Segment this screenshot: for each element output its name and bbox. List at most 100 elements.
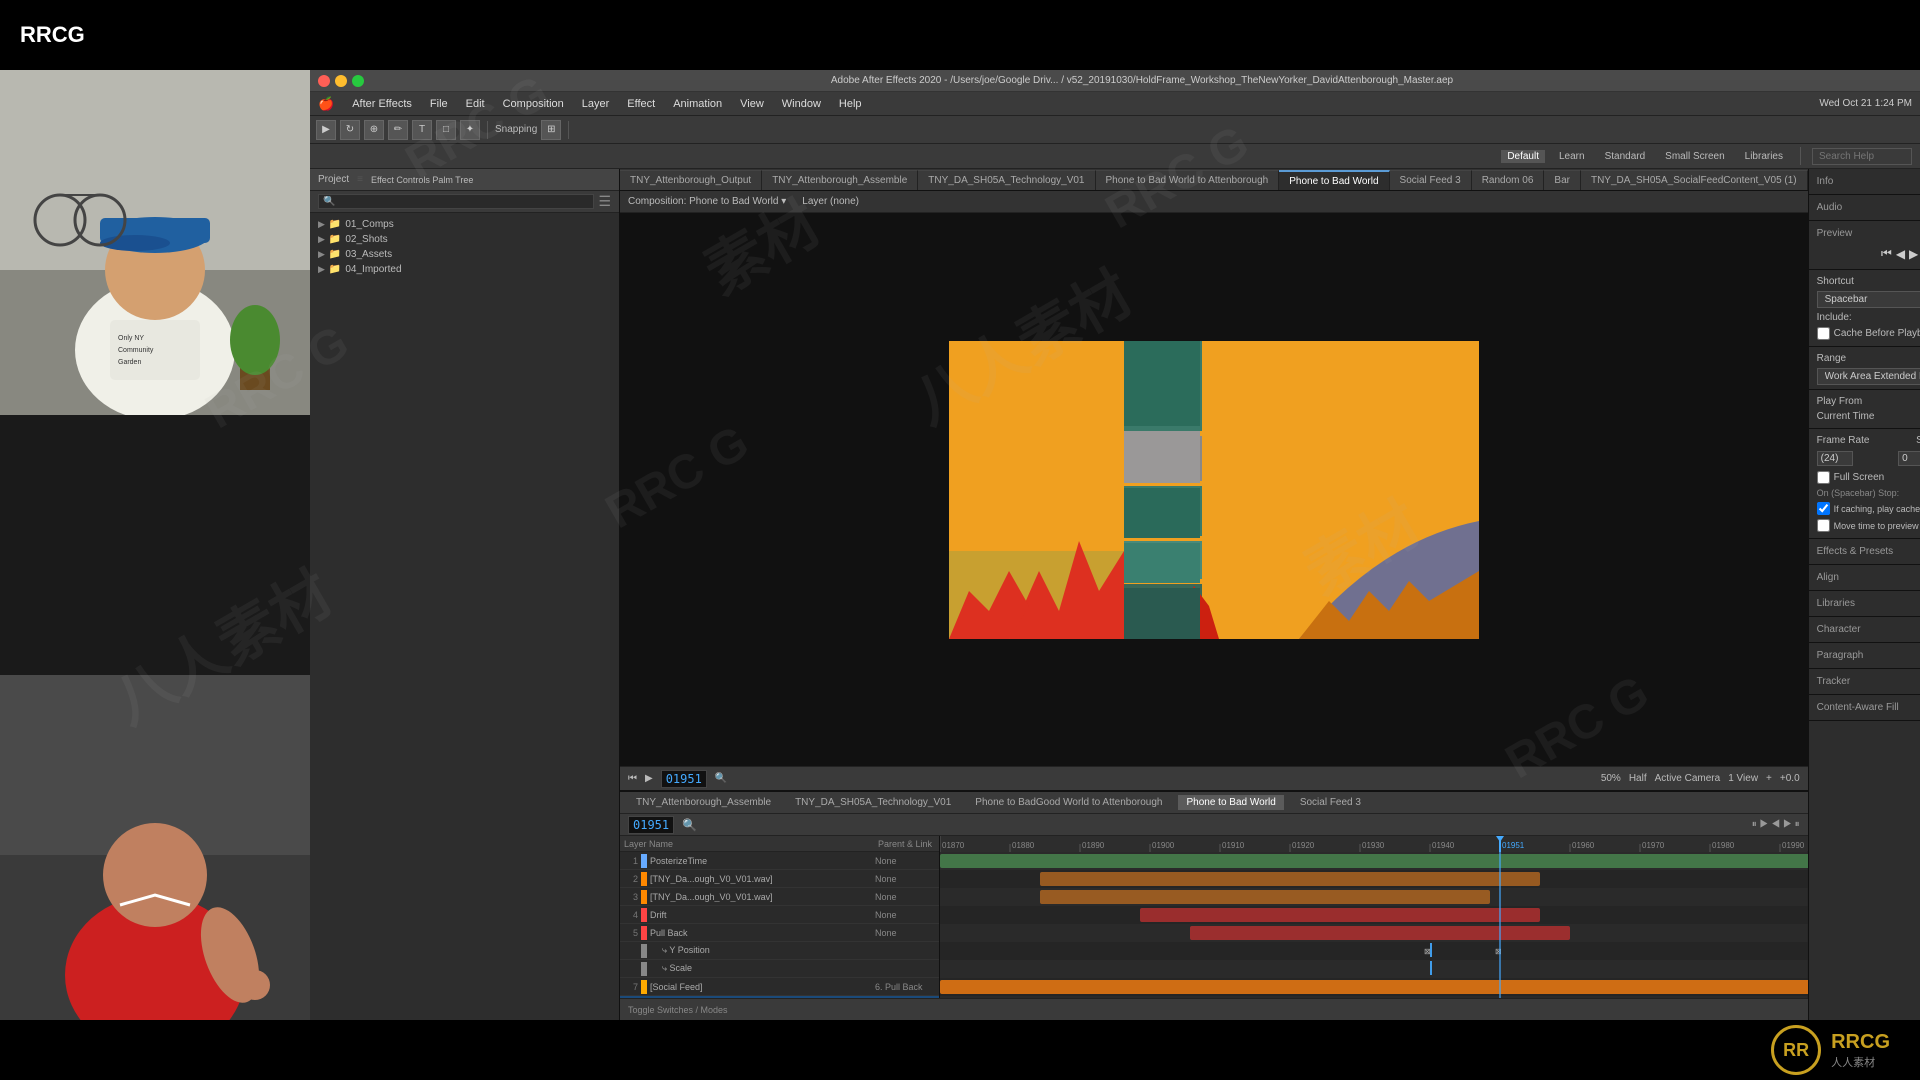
- first-frame-btn[interactable]: ⏮: [1881, 246, 1892, 261]
- tool-pen[interactable]: ✏: [388, 120, 408, 140]
- layer-row-1[interactable]: 1 PosterizeTime None: [620, 852, 939, 870]
- folder-label: 04_Imported: [345, 264, 401, 275]
- layer-row-scale[interactable]: ⤷ Scale: [620, 960, 939, 978]
- zoom-display[interactable]: 50%: [1601, 773, 1621, 784]
- tab-phone-to-bad-world[interactable]: Phone to Bad World: [1279, 170, 1389, 190]
- layer-row-5[interactable]: 5 Pull Back None: [620, 924, 939, 942]
- workspace-libraries[interactable]: Libraries: [1739, 150, 1789, 163]
- menu-view[interactable]: View: [732, 96, 772, 112]
- menu-file[interactable]: File: [422, 96, 456, 112]
- play-icon[interactable]: ▶: [645, 773, 653, 784]
- apple-menu[interactable]: 🍎: [318, 96, 334, 112]
- layer-num: 2: [624, 874, 638, 884]
- tool-shape[interactable]: □: [436, 120, 456, 140]
- workspace-standard[interactable]: Standard: [1599, 150, 1652, 163]
- tool-text[interactable]: T: [412, 120, 432, 140]
- panel-separator: ≡: [357, 174, 363, 185]
- svg-text:01960: 01960: [1572, 841, 1595, 850]
- menu-composition[interactable]: Composition: [495, 96, 572, 112]
- layer-row-2[interactable]: 2 [TNY_Da...ough_V0_V01.wav] None: [620, 870, 939, 888]
- paragraph-title[interactable]: Paragraph: [1817, 647, 1920, 664]
- plus-icon: +: [1766, 773, 1772, 784]
- cache-before-playback-checkbox[interactable]: [1817, 327, 1830, 340]
- menu-aftereffects[interactable]: After Effects: [344, 96, 420, 112]
- quality-display[interactable]: Half: [1629, 773, 1647, 784]
- minimize-button[interactable]: [335, 75, 347, 87]
- menu-window[interactable]: Window: [774, 96, 829, 112]
- effect-controls-label[interactable]: Effect Controls Palm Tree: [371, 175, 473, 185]
- tree-item-02shots[interactable]: ▶ 📁 02_Shots: [310, 232, 619, 247]
- tree-item-04imported[interactable]: ▶ 📁 04_Imported: [310, 262, 619, 277]
- menu-edit[interactable]: Edit: [458, 96, 493, 112]
- layer-row-3[interactable]: 3 [TNY_Da...ough_V0_V01.wav] None: [620, 888, 939, 906]
- layer-row-4[interactable]: 4 Drift None: [620, 906, 939, 924]
- tab-bar[interactable]: Bar: [1544, 170, 1581, 190]
- snap-toggle[interactable]: ⊞: [541, 120, 561, 140]
- layer-row-7[interactable]: 7 [Social Feed] 6. Pull Back: [620, 978, 939, 996]
- tab-tny-social-feed[interactable]: TNY_DA_SH05A_SocialFeedContent_V05 (1): [1581, 170, 1808, 190]
- tab-phone-to-bad-attenborough[interactable]: Phone to Bad World to Attenborough: [1096, 170, 1280, 190]
- tool-camera[interactable]: ⊕: [364, 120, 384, 140]
- move-time-checkbox[interactable]: [1817, 519, 1830, 532]
- tab-tny-tech[interactable]: TNY_DA_SH05A_Technology_V01: [918, 170, 1095, 190]
- person-bottom-svg: [0, 675, 310, 1020]
- project-label[interactable]: Project: [318, 174, 349, 185]
- menu-effect[interactable]: Effect: [619, 96, 663, 112]
- tree-item-03assets[interactable]: ▶ 📁 03_Assets: [310, 247, 619, 262]
- project-search-input[interactable]: [318, 194, 594, 209]
- project-menu-icon[interactable]: ☰: [598, 193, 611, 210]
- tl-tab-assemble[interactable]: TNY_Attenborough_Assemble: [628, 795, 779, 810]
- camera-view[interactable]: Active Camera: [1655, 773, 1721, 784]
- menu-layer[interactable]: Layer: [574, 96, 618, 112]
- tl-tab-social-3[interactable]: Social Feed 3: [1292, 795, 1369, 810]
- maximize-button[interactable]: [352, 75, 364, 87]
- effects-presets-title[interactable]: Effects & Presets: [1817, 543, 1920, 560]
- tool-select[interactable]: ▶: [316, 120, 336, 140]
- play-stop-btn[interactable]: ▶: [1909, 247, 1918, 261]
- close-button[interactable]: [318, 75, 330, 87]
- full-screen-checkbox[interactable]: [1817, 471, 1830, 484]
- tl-tab-phone-bad-attenborough[interactable]: Phone to BadGood World to Attenborough: [967, 795, 1170, 810]
- menu-help[interactable]: Help: [831, 96, 870, 112]
- tracker-title[interactable]: Tracker: [1817, 673, 1920, 690]
- if-caching-checkbox[interactable]: [1817, 502, 1830, 515]
- preview-section-title[interactable]: Preview: [1817, 225, 1920, 242]
- libraries-title[interactable]: Libraries: [1817, 595, 1920, 612]
- audio-section-title[interactable]: Audio: [1817, 199, 1920, 216]
- workspace-small-screen[interactable]: Small Screen: [1659, 150, 1730, 163]
- character-title[interactable]: Character: [1817, 621, 1920, 638]
- search-help-input[interactable]: [1812, 148, 1912, 165]
- tab-social-feed-3[interactable]: Social Feed 3: [1390, 170, 1472, 190]
- folder-icon: 📁: [329, 219, 341, 230]
- tab-tny-assemble[interactable]: TNY_Attenborough_Assemble: [762, 170, 918, 190]
- svg-text:01990: 01990: [1782, 841, 1805, 850]
- skip-input[interactable]: [1898, 451, 1920, 466]
- toggle-switches-label[interactable]: Toggle Switches / Modes: [628, 1005, 728, 1015]
- view-layout[interactable]: 1 View: [1728, 773, 1758, 784]
- tl-tab-phone-bad-world[interactable]: Phone to Bad World: [1178, 795, 1283, 810]
- info-section-title[interactable]: Info: [1817, 173, 1920, 190]
- layer-row-ypos[interactable]: ⤷ Y Position: [620, 942, 939, 960]
- prev-frame-btn[interactable]: ◀: [1896, 247, 1905, 261]
- tree-item-01comps[interactable]: ▶ 📁 01_Comps: [310, 217, 619, 232]
- tab-random-06[interactable]: Random 06: [1472, 170, 1545, 190]
- tool-rotate[interactable]: ↻: [340, 120, 360, 140]
- layer-num: 1: [624, 856, 638, 866]
- tl-tab-tech[interactable]: TNY_DA_SH05A_Technology_V01: [787, 795, 959, 810]
- tab-tny-output[interactable]: TNY_Attenborough_Output: [620, 170, 762, 190]
- search-icon[interactable]: 🔍: [682, 818, 697, 832]
- tool-clone[interactable]: ✦: [460, 120, 480, 140]
- menu-animation[interactable]: Animation: [665, 96, 730, 112]
- range-select[interactable]: Work Area Extended By Current...: [1817, 368, 1920, 385]
- on-spacebar-row: On (Spacebar) Stop:: [1817, 486, 1920, 500]
- tracker-section: Tracker: [1809, 669, 1920, 695]
- content-aware-fill-title[interactable]: Content-Aware Fill: [1817, 699, 1920, 716]
- align-title[interactable]: Align: [1817, 569, 1920, 586]
- timeline-timecode[interactable]: 01951: [628, 816, 674, 834]
- workspace-default[interactable]: Default: [1501, 150, 1545, 163]
- frame-rate-input[interactable]: [1817, 451, 1853, 466]
- traffic-lights: [318, 75, 364, 87]
- shortcut-select[interactable]: Spacebar: [1817, 291, 1920, 308]
- character-section: Character: [1809, 617, 1920, 643]
- workspace-learn[interactable]: Learn: [1553, 150, 1591, 163]
